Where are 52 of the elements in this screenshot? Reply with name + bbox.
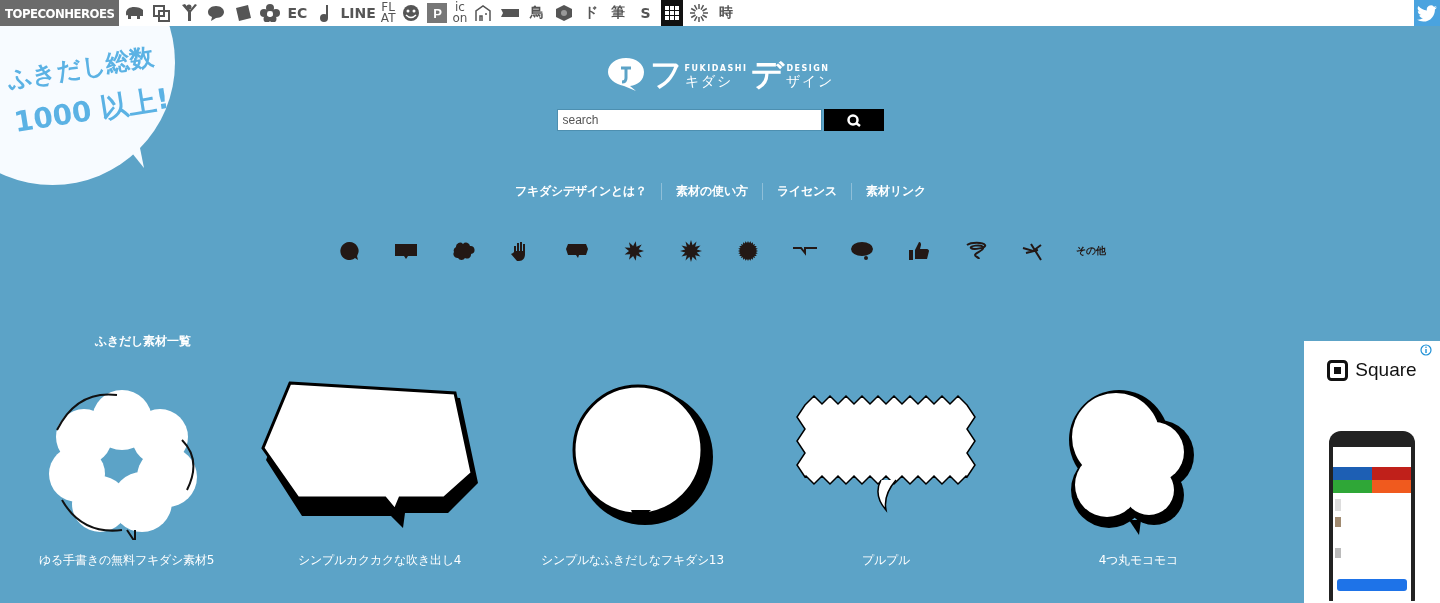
site-link[interactable]: LINE	[340, 0, 376, 26]
thought-bubble-icon	[849, 240, 875, 262]
card-title: ゆる手書きの無料フキダシ素材5	[38, 552, 215, 569]
card-title: シンプルなふきだしなフキダシ13	[540, 552, 725, 569]
bubble-card[interactable]: シンプルカクカクな吹き出し4	[253, 380, 506, 569]
ad-brand: Square	[1355, 359, 1417, 381]
brand-link[interactable]: TOPECONHEROES	[0, 0, 120, 26]
site-link[interactable]: 時	[715, 0, 738, 26]
site-link[interactable]: 筆	[607, 0, 630, 26]
search-icon	[846, 113, 861, 127]
smiley-icon	[401, 4, 422, 22]
site-link[interactable]: P	[427, 3, 448, 23]
site-link[interactable]	[661, 0, 684, 26]
card-title: プルプル	[861, 552, 910, 569]
twitter-button[interactable]	[1414, 0, 1440, 26]
info-icon[interactable]	[1420, 344, 1432, 356]
bubble-card[interactable]: プルプル	[759, 380, 1012, 569]
section-title: ふきだし素材一覧	[95, 333, 191, 350]
site-link[interactable]: FL AT	[380, 0, 396, 26]
grid-icon	[664, 5, 681, 21]
person-icon	[179, 4, 200, 22]
thumbs-up-icon	[906, 240, 932, 262]
site-link[interactable]: ド	[580, 0, 603, 26]
bubble-card[interactable]: ゆる手書きの無料フキダシ素材5	[0, 380, 253, 569]
bird-icon	[1417, 4, 1437, 22]
logo-bubble-icon	[605, 56, 646, 92]
nav-link[interactable]: 素材リンク	[850, 182, 940, 200]
card-title: シンプルカクカクな吹き出し4	[297, 552, 462, 569]
ad-banner[interactable]: Square	[1304, 341, 1440, 603]
fuzzy-bubble-icon	[735, 240, 761, 262]
site-link[interactable]: S	[634, 0, 657, 26]
bubble-card[interactable]: 4つ丸モコモコ	[1012, 380, 1265, 569]
search-button[interactable]	[823, 109, 884, 131]
nav-link[interactable]: 素材の使い方	[660, 182, 762, 200]
category-link[interactable]: その他	[1075, 244, 1106, 258]
note-icon	[319, 4, 330, 22]
flower-icon	[260, 4, 281, 22]
house-icon	[473, 4, 494, 22]
site-link[interactable]: 鳥	[526, 0, 549, 26]
nav-link[interactable]: フキダシデザインとは？	[500, 182, 661, 200]
square-logo-icon	[1327, 359, 1349, 381]
site-link[interactable]: ic on	[452, 0, 468, 26]
copy-icon	[152, 4, 173, 22]
search-field[interactable]: search	[556, 109, 822, 131]
site-link[interactable]: EC	[286, 0, 309, 26]
hexagon-icon	[554, 4, 575, 22]
speech-bubble-icon	[206, 4, 227, 22]
bubble-card[interactable]: シンプルなふきだしなフキダシ13	[506, 380, 759, 569]
card-title: 4つ丸モコモコ	[1098, 552, 1179, 569]
cloud-bubble-icon	[450, 240, 476, 262]
nav-link[interactable]: ライセンス	[761, 182, 851, 200]
burst-icon	[689, 4, 710, 22]
